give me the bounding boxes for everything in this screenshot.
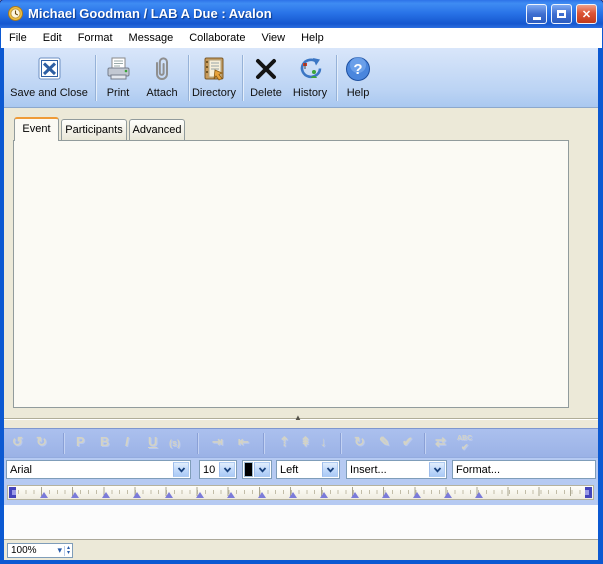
text-color-select[interactable] [242,460,272,479]
tab-stop-marker[interactable] [227,492,235,498]
zoom-value: 100% [8,545,57,556]
italic-icon: I [125,434,129,449]
paperclip-icon [149,52,175,86]
toolbar-separator [95,55,97,101]
event-window: Michael Goodman / LAB A Due : Avalon ✕ F… [0,0,603,564]
status-bar [4,539,598,560]
maximize-button[interactable] [551,4,572,24]
find-replace-icon: ⇄ [435,434,446,450]
space-above-icon: ⇡ [279,434,290,450]
right-margin-marker[interactable] [585,487,592,498]
spell-check-mark-icon: ✔ [461,442,469,453]
move-down-icon: ↓ [320,434,327,449]
tab-advanced[interactable]: Advanced [129,119,185,140]
save-and-close-button[interactable]: Save and Close [6,52,92,104]
bold-icon: B [100,434,109,449]
help-button[interactable]: ? Help [338,52,378,104]
tab-stop-marker[interactable] [258,492,266,498]
window-app-icon [7,5,24,22]
tab-stop-marker[interactable] [382,492,390,498]
chevron-down-icon[interactable] [219,462,235,477]
pen-icon: ✎ [379,434,390,450]
format-select[interactable]: Format... [452,460,596,479]
history-icon [296,52,324,86]
menu-edit[interactable]: Edit [35,30,70,46]
separator [197,433,199,454]
paragraph-style-icon: P [76,434,85,449]
menu-view[interactable]: View [253,30,293,46]
chevron-down-icon[interactable] [254,462,270,477]
tab-stop-marker[interactable] [289,492,297,498]
tab-stop-marker[interactable] [320,492,328,498]
titlebar[interactable]: Michael Goodman / LAB A Due : Avalon ✕ [0,0,603,28]
approve-icon: ✔ [402,434,413,450]
insert-select[interactable]: Insert... [346,460,447,479]
ruler-ticks-major [10,487,590,496]
tab-stop-marker[interactable] [40,492,48,498]
attach-button[interactable]: Attach [140,52,184,104]
spell-check-icon: ABC [457,435,472,442]
save-and-close-icon [35,52,63,86]
space-below-icon: ⇞ [300,434,311,450]
undo-icon: ↺ [12,434,23,450]
indent-more-icon: ⇥ [212,434,223,450]
delete-x-icon [254,52,278,86]
window-title: Michael Goodman / LAB A Due : Avalon [28,6,272,21]
menu-file[interactable]: File [1,30,35,46]
tab-stop-marker[interactable] [102,492,110,498]
zoom-control[interactable]: 100% ▾ ▴▾ [7,543,73,558]
redo-icon: ↻ [36,434,47,450]
menu-help[interactable]: Help [293,30,332,46]
separator [340,433,342,454]
separator [424,433,426,454]
printer-icon [104,52,132,86]
svg-text:?: ? [353,61,362,78]
underline-icon: U [148,434,157,449]
text-color-swatch [244,462,253,477]
tab-stop-marker[interactable] [71,492,79,498]
format-icon-bar: ↺ ↻ P B I U (s) ⇥ ⇤ ⇡ ⇞ ↓ ↻ ✎ ✔ ⇄ ABC ✔ [4,428,598,457]
chevron-down-icon[interactable] [173,462,189,477]
address-book-icon [200,52,228,86]
history-button[interactable]: History [287,52,333,104]
spin-down-icon[interactable]: ▾ [67,551,70,556]
message-body-area[interactable] [4,505,598,539]
left-margin-marker[interactable] [9,487,16,498]
tab-stop-marker[interactable] [351,492,359,498]
tab-stop-marker[interactable] [475,492,483,498]
close-button[interactable]: ✕ [576,4,597,24]
splitter-collapse-handle[interactable]: ▲ [294,413,302,422]
minimize-button[interactable] [526,4,547,24]
align-select[interactable]: Left [276,460,340,479]
tab-stop-marker[interactable] [165,492,173,498]
menu-message[interactable]: Message [121,30,182,46]
indent-less-icon: ⇤ [238,434,249,450]
tab-stop-marker[interactable] [413,492,421,498]
separator [263,433,265,454]
tab-stop-marker[interactable] [133,492,141,498]
font-size-select[interactable]: 10 [199,460,237,479]
rotate-icon: ↻ [354,434,365,450]
chevron-down-icon[interactable] [429,462,445,477]
font-family-select[interactable]: Arial [6,460,191,479]
directory-button[interactable]: Directory [188,52,240,104]
strikethrough-icon: (s) [169,438,180,448]
menu-format[interactable]: Format [70,30,121,46]
delete-button[interactable]: Delete [245,52,287,104]
separator [63,433,65,454]
tab-stop-marker[interactable] [196,492,204,498]
print-button[interactable]: Print [98,52,138,104]
menu-bar: File Edit Format Message Collaborate Vie… [1,28,602,48]
event-tab-panel [13,140,569,408]
toolbar-separator [242,55,244,101]
help-icon: ? [344,52,372,86]
tab-stop-marker[interactable] [444,492,452,498]
tab-event[interactable]: Event [14,117,59,141]
chevron-down-icon[interactable] [322,462,338,477]
tab-participants[interactable]: Participants [61,119,127,140]
menu-collaborate[interactable]: Collaborate [181,30,253,46]
zoom-spinner[interactable]: ▴▾ [64,546,72,556]
